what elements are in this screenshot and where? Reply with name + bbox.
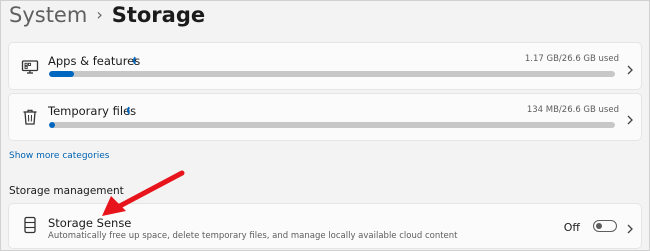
toggle-state-label: Off (563, 221, 580, 234)
loading-spinner-icon (133, 55, 144, 66)
usage-bar (49, 122, 615, 128)
storage-sense-toggle[interactable] (593, 220, 617, 232)
trash-icon (21, 108, 39, 126)
breadcrumb: System › Storage (9, 3, 205, 27)
show-more-categories-link[interactable]: Show more categories (9, 151, 110, 161)
toggle-knob (596, 222, 602, 229)
apps-features-icon (21, 58, 39, 76)
category-temporary-files[interactable]: Temporary files 134 MB/26.6 GB used (8, 93, 642, 141)
usage-bar-fill (49, 71, 74, 77)
category-label: Apps & features (48, 54, 141, 68)
storage-sense-description: Automatically free up space, delete temp… (48, 231, 458, 241)
category-usage: 134 MB/26.6 GB used (526, 105, 619, 115)
category-label: Temporary files (48, 104, 137, 118)
chevron-right-icon (624, 111, 636, 125)
breadcrumb-separator: › (96, 5, 103, 24)
category-usage: 1.17 GB/26.6 GB used (524, 54, 619, 64)
chevron-right-icon (624, 61, 636, 75)
annotation-arrow-icon (102, 170, 185, 216)
loading-spinner-icon (127, 105, 138, 116)
chevron-right-icon (624, 220, 636, 234)
category-apps-features[interactable]: Apps & features 1.17 GB/26.6 GB used (8, 42, 642, 90)
storage-drive-icon (21, 216, 39, 234)
page-title: Storage (111, 3, 206, 27)
usage-bar (49, 71, 615, 77)
breadcrumb-system[interactable]: System (9, 3, 87, 27)
usage-bar-fill (49, 122, 55, 128)
